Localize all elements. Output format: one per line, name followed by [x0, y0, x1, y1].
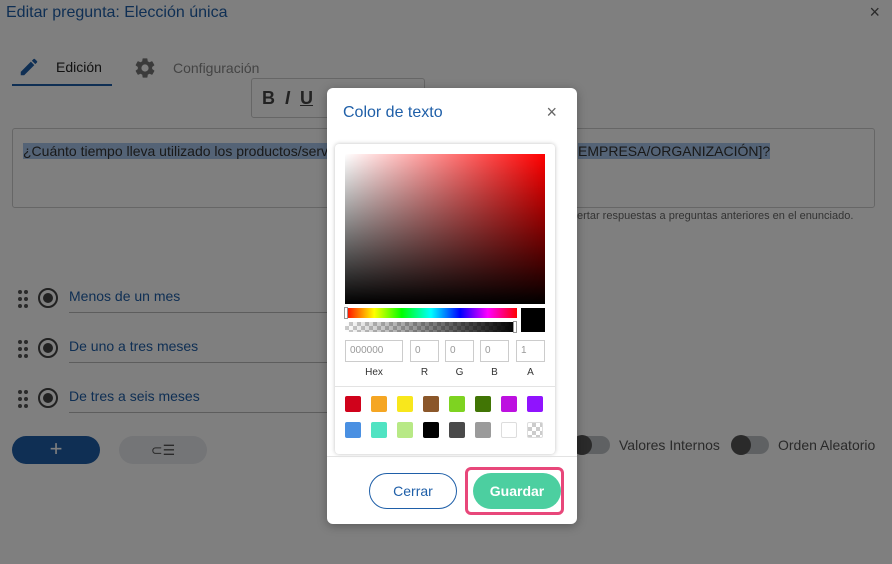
g-input[interactable]: 0 [445, 340, 474, 362]
divider [327, 456, 577, 457]
color-swatch[interactable] [501, 396, 517, 412]
color-swatch[interactable] [475, 422, 491, 438]
color-swatch[interactable] [475, 396, 491, 412]
hue-slider[interactable] [344, 307, 517, 319]
color-swatch[interactable] [371, 422, 387, 438]
text-color-dialog: Color de texto × 000000 0 0 0 1 Hex R G … [327, 88, 577, 524]
dialog-title: Color de texto [343, 104, 443, 121]
save-button[interactable]: Guardar [473, 473, 561, 509]
cancel-button[interactable]: Cerrar [369, 473, 457, 509]
color-swatch[interactable] [371, 396, 387, 412]
saturation-area[interactable] [345, 154, 545, 304]
color-swatch[interactable] [527, 396, 543, 412]
a-input[interactable]: 1 [516, 340, 545, 362]
color-swatch[interactable] [345, 422, 361, 438]
alpha-handle[interactable] [513, 321, 517, 333]
color-swatch[interactable] [397, 422, 413, 438]
r-input[interactable]: 0 [410, 340, 439, 362]
color-preview [521, 308, 545, 332]
color-swatch[interactable] [397, 396, 413, 412]
color-swatch[interactable] [345, 396, 361, 412]
b-input[interactable]: 0 [480, 340, 509, 362]
close-icon[interactable]: × [546, 102, 557, 123]
hue-handle[interactable] [344, 307, 348, 319]
hex-input[interactable]: 000000 [345, 340, 403, 362]
b-label: B [491, 367, 498, 378]
g-label: G [455, 367, 464, 378]
color-swatch[interactable] [527, 422, 543, 438]
color-swatch[interactable] [449, 422, 465, 438]
color-swatch[interactable] [501, 422, 517, 438]
hex-label: Hex [365, 367, 383, 378]
color-picker: 000000 0 0 0 1 Hex R G B A [335, 144, 555, 454]
divider [335, 386, 555, 387]
color-swatch[interactable] [423, 422, 439, 438]
a-label: A [527, 367, 534, 378]
color-swatch[interactable] [423, 396, 439, 412]
color-swatch[interactable] [449, 396, 465, 412]
alpha-slider[interactable] [345, 321, 517, 333]
r-label: R [420, 367, 429, 378]
